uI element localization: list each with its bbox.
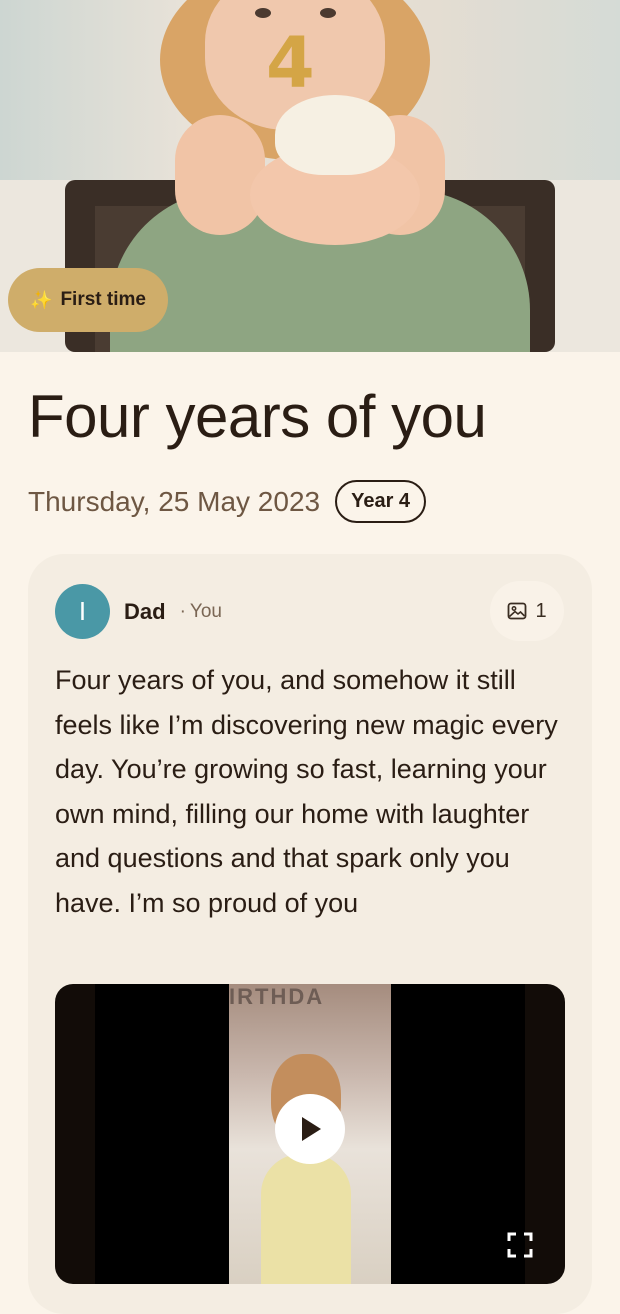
- photo-arm-left: [175, 115, 265, 235]
- card-header: I Dad · You: [55, 584, 222, 639]
- media-count: 1: [535, 599, 547, 622]
- video-letterbox-right: [391, 984, 525, 1284]
- avatar[interactable]: I: [55, 584, 110, 639]
- video-player[interactable]: IRTHDA: [55, 984, 565, 1284]
- photo-cupcake: [275, 95, 395, 175]
- year-badge[interactable]: Year 4: [335, 480, 427, 523]
- media-count-button[interactable]: 1: [490, 581, 564, 641]
- sparkles-icon: ✨: [30, 289, 53, 310]
- video-banner-text: IRTHDA: [229, 984, 325, 1009]
- separator-dot: ·: [179, 600, 186, 622]
- first-time-label: First time: [60, 289, 146, 310]
- entry-date: Thursday, 25 May 2023: [28, 485, 321, 517]
- hero-photo[interactable]: 4 ✨ First time: [0, 0, 620, 352]
- photo-candle-number: 4: [266, 22, 315, 104]
- photo-eye-left: [255, 8, 271, 18]
- image-icon: [508, 602, 527, 620]
- play-button[interactable]: [275, 1094, 345, 1164]
- photo-eye-right: [320, 8, 336, 18]
- entry-meta: Thursday, 25 May 2023 Year 4: [28, 480, 427, 523]
- author-role: You: [189, 600, 222, 622]
- author-name: Dad: [124, 598, 166, 624]
- video-letterbox-left: [95, 984, 229, 1284]
- first-time-badge[interactable]: ✨ First time: [8, 268, 168, 332]
- fullscreen-icon[interactable]: [507, 1232, 533, 1258]
- entry-title: Four years of you: [28, 383, 487, 450]
- entry-text: Four years of you, and somehow it still …: [55, 665, 558, 918]
- play-icon: [302, 1117, 321, 1141]
- memory-card: I Dad · You 1 Four years of you, and som…: [28, 554, 592, 1314]
